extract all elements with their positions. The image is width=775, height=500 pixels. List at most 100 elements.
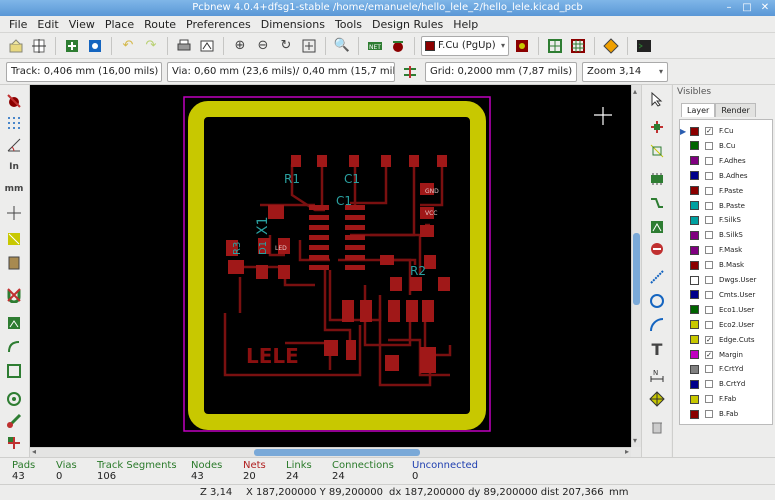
layer-color-swatch[interactable]: [690, 409, 699, 419]
zoom-select[interactable]: Zoom 3,14 ▾: [582, 61, 668, 82]
add-target-icon[interactable]: [647, 389, 667, 409]
layer-visibility-checkbox[interactable]: [705, 410, 713, 419]
layer-color-swatch[interactable]: [690, 260, 699, 270]
menu-file[interactable]: File: [4, 16, 32, 33]
tab-layer[interactable]: Layer: [681, 103, 716, 117]
layer-color-swatch[interactable]: [690, 350, 699, 359]
vertical-scroll-thumb[interactable]: [633, 233, 640, 305]
zoom-out-icon[interactable]: ⊖: [253, 36, 273, 56]
zone-off-icon[interactable]: [4, 285, 24, 305]
vertical-scrollbar[interactable]: ▴ ▾: [631, 85, 641, 447]
layer-row[interactable]: F.Paste: [680, 184, 772, 198]
highlight-net-icon[interactable]: [647, 117, 667, 137]
track-width-select[interactable]: Track: 0,406 mm (16,00 mils) * ▾: [6, 61, 162, 82]
layer-color-swatch[interactable]: [690, 245, 699, 255]
delete-icon[interactable]: [647, 417, 667, 437]
layer-color-swatch[interactable]: [690, 379, 699, 389]
drc-off-icon[interactable]: [4, 91, 24, 111]
units-mm-icon[interactable]: mm: [4, 179, 24, 199]
layer-color-swatch[interactable]: [690, 230, 699, 240]
select-arrow-icon[interactable]: [647, 89, 667, 109]
module-ratsnest-icon[interactable]: [4, 253, 24, 273]
zone-fill-icon[interactable]: [4, 313, 24, 333]
layer-row[interactable]: Eco2.User: [680, 318, 772, 332]
layer-color-swatch[interactable]: [690, 141, 699, 151]
layer-visibility-checkbox[interactable]: [705, 246, 713, 255]
layer-visibility-checkbox[interactable]: [705, 156, 713, 165]
layer-color-swatch[interactable]: [690, 186, 699, 196]
layer-color-swatch[interactable]: [690, 126, 699, 136]
layer-row[interactable]: F.CrtYd: [680, 362, 772, 376]
autoplace-icon[interactable]: [545, 36, 565, 56]
layer-visibility-checkbox[interactable]: ✓: [705, 127, 713, 135]
redo-icon[interactable]: ↷: [141, 36, 161, 56]
active-layer-select[interactable]: F.Cu (PgUp) ▾: [421, 35, 509, 56]
plot-icon[interactable]: [197, 36, 217, 56]
layer-visibility-checkbox[interactable]: [705, 171, 713, 180]
layer-visibility-checkbox[interactable]: [705, 186, 713, 195]
add-footprint-icon[interactable]: [647, 169, 667, 189]
cursor-shape-icon[interactable]: [4, 203, 24, 223]
maximize-button[interactable]: □: [741, 2, 753, 14]
add-arc-icon[interactable]: [647, 315, 667, 335]
layer-color-swatch[interactable]: [690, 394, 699, 404]
layer-color-swatch[interactable]: [690, 320, 699, 330]
layer-row[interactable]: F.SilkS: [680, 213, 772, 227]
layer-visibility-checkbox[interactable]: [705, 290, 713, 299]
layer-visibility-checkbox[interactable]: [705, 276, 713, 284]
layer-row[interactable]: Dwgs.User: [680, 273, 772, 287]
layer-row[interactable]: B.Cu: [680, 139, 772, 153]
ratsnest-icon[interactable]: [4, 229, 24, 249]
scroll-left-icon[interactable]: ◂: [32, 447, 36, 456]
new-board-icon[interactable]: [6, 36, 26, 56]
layer-visibility-checkbox[interactable]: [705, 395, 713, 404]
print-icon[interactable]: [174, 36, 194, 56]
page-settings-icon[interactable]: [29, 36, 49, 56]
units-inch-icon[interactable]: In: [4, 157, 24, 177]
add-dimension-icon[interactable]: N: [647, 365, 667, 385]
layer-visibility-checkbox[interactable]: [705, 141, 713, 150]
scripting-console-icon[interactable]: [634, 36, 654, 56]
layer-visibility-checkbox[interactable]: [705, 365, 713, 374]
autoroute-icon[interactable]: [568, 36, 588, 56]
horizontal-scrollbar[interactable]: ◂ ▸: [30, 447, 631, 457]
undo-icon[interactable]: ↶: [118, 36, 138, 56]
layer-row[interactable]: F.Mask: [680, 243, 772, 257]
close-button[interactable]: ✕: [759, 2, 771, 14]
layer-row[interactable]: B.Paste: [680, 199, 772, 213]
layer-color-swatch[interactable]: [690, 275, 699, 285]
scroll-down-icon[interactable]: ▾: [633, 436, 637, 445]
menu-design-rules[interactable]: Design Rules: [367, 16, 448, 33]
track-sketch-icon[interactable]: [4, 411, 24, 431]
add-circle-icon[interactable]: [647, 291, 667, 311]
add-track-icon[interactable]: [647, 193, 667, 213]
menu-preferences[interactable]: Preferences: [181, 16, 256, 33]
freeroute-icon[interactable]: [601, 36, 621, 56]
menu-view[interactable]: View: [64, 16, 100, 33]
layer-row[interactable]: ▶ ✓ F.Cu: [680, 124, 772, 138]
grid-select[interactable]: Grid: 0,2000 mm (7,87 mils) ▾: [425, 61, 577, 82]
layer-row[interactable]: ✓ Edge.Cuts: [680, 333, 772, 347]
layer-visibility-checkbox[interactable]: [705, 216, 713, 225]
menu-place[interactable]: Place: [100, 16, 139, 33]
layer-row[interactable]: Cmts.User: [680, 288, 772, 302]
layer-visibility-checkbox[interactable]: [705, 305, 713, 314]
via-size-select[interactable]: Via: 0,60 mm (23,6 mils)/ 0,40 mm (15,7 …: [167, 61, 395, 82]
module-editor-icon[interactable]: [85, 36, 105, 56]
layer-row[interactable]: F.Fab: [680, 392, 772, 406]
layer-visibility-checkbox[interactable]: [705, 320, 713, 329]
high-contrast-icon[interactable]: [4, 433, 24, 453]
add-text-icon[interactable]: T: [647, 339, 667, 359]
minimize-button[interactable]: –: [723, 2, 735, 14]
menu-route[interactable]: Route: [139, 16, 181, 33]
layer-row[interactable]: B.CrtYd: [680, 377, 772, 391]
scroll-right-icon[interactable]: ▸: [625, 447, 629, 456]
zoom-in-icon[interactable]: ⊕: [230, 36, 250, 56]
tab-render[interactable]: Render: [715, 103, 756, 117]
find-icon[interactable]: 🔍: [332, 36, 352, 56]
pcb-canvas[interactable]: R1 C1 C1 R2 X1 R3 D1 LED GND VCC LELE: [30, 85, 631, 447]
layer-color-swatch[interactable]: [690, 364, 699, 374]
menu-edit[interactable]: Edit: [32, 16, 63, 33]
menu-dimensions[interactable]: Dimensions: [256, 16, 330, 33]
layer-visibility-checkbox[interactable]: [705, 261, 713, 270]
